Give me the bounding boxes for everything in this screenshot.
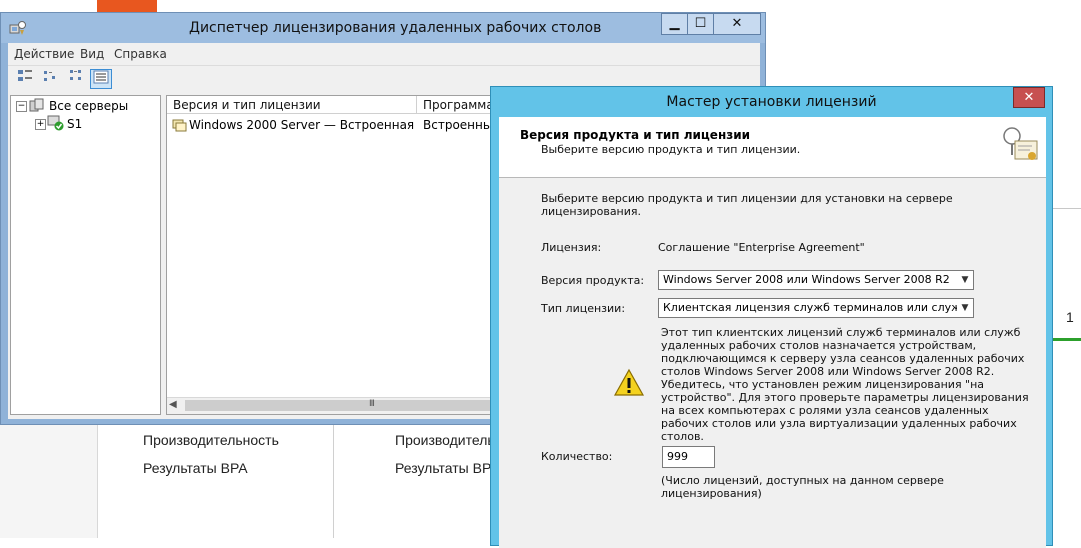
small-icons-view-icon[interactable]	[40, 69, 62, 89]
license-type-label: Тип лицензии:	[541, 302, 626, 315]
license-type-value: Клиентская лицензия служб терминалов или…	[663, 301, 974, 314]
scroll-left-arrow-icon[interactable]: ◀	[169, 399, 177, 410]
quantity-label: Количество:	[541, 450, 613, 463]
product-version-select[interactable]: Windows Server 2008 или Windows Server 2…	[658, 270, 974, 290]
license-list[interactable]: Версия и тип лицензии Программа Windows …	[166, 95, 497, 415]
scrollbar-thumb[interactable]	[185, 400, 495, 411]
intro-line-1: Выберите версию продукта и тип лицензии …	[541, 192, 953, 205]
column-program[interactable]: Программа	[417, 96, 497, 114]
background-status-bar	[1053, 338, 1081, 341]
details-view-icon[interactable]	[90, 69, 112, 89]
license-label: Лицензия:	[541, 241, 602, 254]
horizontal-scrollbar[interactable]: ◀ III	[167, 397, 495, 414]
licensing-app-icon	[9, 21, 26, 35]
background-orange-strip	[97, 0, 157, 12]
warning-line-8: рабочих столов или узла виртуализации уд…	[661, 417, 1017, 430]
background-sidebar	[0, 425, 98, 538]
product-version-label: Версия продукта:	[541, 274, 645, 287]
bg-link-performance-1[interactable]: Производительность	[143, 432, 279, 448]
column-license-type[interactable]: Версия и тип лицензии	[167, 96, 417, 114]
background-separator	[1053, 208, 1081, 209]
menu-help[interactable]: Справка	[114, 47, 167, 61]
row-program-cell[interactable]: Встроенный	[423, 116, 495, 134]
server-tree[interactable]: − Все серверы + S1	[10, 95, 161, 415]
title-bar[interactable]: Диспетчер лицензирования удаленных рабоч…	[1, 13, 765, 43]
background-divider	[333, 425, 334, 538]
bg-link-performance-2[interactable]: Производитель	[395, 432, 495, 448]
warning-line-7: на всех компьютерах с ролями узла сеансо…	[661, 404, 989, 417]
menu-view[interactable]: Вид	[80, 47, 104, 61]
maximize-button[interactable]: ☐	[687, 13, 714, 35]
row-license-cell[interactable]: Windows 2000 Server — Встроенная кли...	[189, 116, 415, 134]
menu-action[interactable]: Действие	[14, 47, 74, 61]
bg-link-bpa-2[interactable]: Результаты BPA	[395, 460, 500, 476]
large-icons-view-icon[interactable]	[14, 69, 36, 89]
wizard-body: Выберите версию продукта и тип лицензии …	[499, 178, 1046, 548]
warning-line-5: Убедитесь, что установлен режим лицензир…	[661, 378, 985, 391]
wizard-header: Версия продукта и тип лицензии Выберите …	[499, 117, 1046, 178]
warning-line-2: удаленных рабочих столов назначается уст…	[661, 339, 977, 352]
chevron-down-icon[interactable]: ▼	[957, 271, 973, 289]
quantity-note-line-1: (Число лицензий, доступных на данном сер…	[661, 474, 944, 487]
window-title: Диспетчер лицензирования удаленных рабоч…	[189, 20, 602, 36]
header-subtitle: Выберите версию продукта и тип лицензии.	[541, 143, 801, 156]
collapse-toggle-icon[interactable]: −	[16, 101, 27, 112]
minimize-button[interactable]: ▁	[661, 13, 688, 35]
tree-server-s1[interactable]: S1	[67, 117, 82, 131]
warning-line-1: Этот тип клиентских лицензий служб терми…	[661, 326, 1021, 339]
license-type-select[interactable]: Клиентская лицензия служб терминалов или…	[658, 298, 974, 318]
warning-line-3: подключающимся к серверу узла сеансов уд…	[661, 352, 1025, 365]
server-group-icon	[29, 98, 44, 112]
list-view-icon[interactable]	[66, 69, 88, 89]
license-pack-icon	[172, 119, 187, 132]
background-count: 1	[1066, 309, 1074, 325]
chevron-down-icon[interactable]: ▼	[957, 299, 973, 317]
intro-line-2: лицензирования.	[541, 205, 642, 218]
license-value: Соглашение "Enterprise Agreement"	[658, 241, 865, 254]
quantity-input[interactable]: 999	[662, 446, 715, 468]
warning-line-6: устройство". Для этого проверьте парамет…	[661, 391, 1029, 404]
product-version-value: Windows Server 2008 или Windows Server 2…	[663, 273, 950, 286]
menu-bar: Действие Вид Справка	[8, 43, 760, 65]
header-title: Версия продукта и тип лицензии	[520, 128, 751, 142]
quantity-note-line-2: лицензирования)	[661, 487, 762, 500]
warning-line-9: столов.	[661, 430, 704, 443]
warning-line-4: столов Windows Server 2008 или Windows S…	[661, 365, 995, 378]
expand-toggle-icon[interactable]: +	[35, 119, 46, 130]
server-activated-icon	[47, 115, 64, 131]
license-wizard-dialog: Мастер установки лицензий ✕ Версия проду…	[490, 86, 1053, 548]
scroll-grip: III	[369, 399, 375, 409]
close-button[interactable]: ✕	[713, 13, 761, 35]
warning-icon	[613, 368, 645, 396]
tree-root-label[interactable]: Все серверы	[49, 99, 128, 113]
bg-link-bpa-1[interactable]: Результаты BPA	[143, 460, 248, 476]
license-certificate-icon	[1003, 127, 1038, 160]
wizard-close-button[interactable]: ✕	[1013, 87, 1045, 108]
wizard-title: Мастер установки лицензий	[666, 94, 877, 110]
